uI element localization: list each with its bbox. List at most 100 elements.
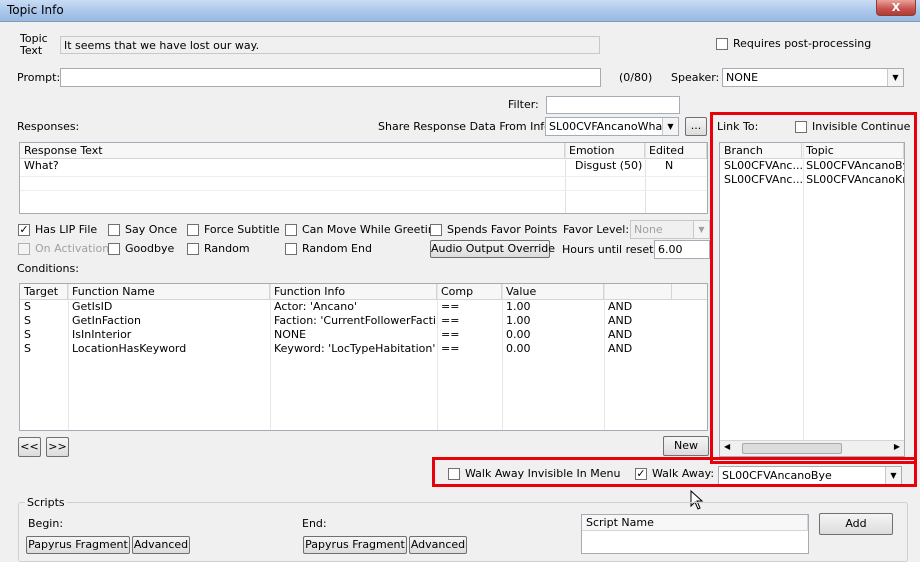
value-cell: 1.00: [506, 314, 531, 327]
topic-text-field[interactable]: It seems that we have lost our way.: [60, 36, 600, 54]
col-target[interactable]: Target: [20, 284, 68, 299]
walk-away-highlight: [432, 457, 917, 487]
share-response-value: SL00CVFAncanoWhat: [549, 120, 667, 133]
next-condition-button[interactable]: >>: [46, 437, 69, 457]
script-name-header: Script Name: [582, 515, 808, 531]
conditions-label: Conditions:: [17, 262, 79, 275]
can-move-while-greeting-label: Can Move While Greeting: [302, 223, 442, 236]
goodbye[interactable]: Goodbye: [108, 242, 174, 255]
random-end[interactable]: Random End: [285, 242, 372, 255]
favor-level-label: Favor Level:: [563, 223, 630, 236]
row-divider: [20, 176, 707, 177]
chevron-down-icon[interactable]: ▼: [887, 69, 903, 86]
target-cell: S: [24, 328, 31, 341]
prompt-label: Prompt:: [17, 71, 61, 84]
comp-cell: ==: [441, 300, 460, 313]
favor-level-dropdown[interactable]: None ▼: [630, 220, 710, 239]
prompt-counter: (0/80): [619, 71, 653, 84]
on-activation-checkbox[interactable]: [18, 242, 30, 255]
random-checkbox[interactable]: [187, 242, 199, 255]
function-cell: GetIsID: [72, 300, 113, 313]
window-title: Topic Info: [7, 3, 64, 17]
random-end-checkbox[interactable]: [285, 242, 297, 255]
force-subtitle-checkbox[interactable]: [187, 223, 199, 236]
edited-cell: N: [665, 159, 674, 172]
can-move-while-greeting[interactable]: Can Move While Greeting: [285, 223, 442, 236]
end-advanced-button[interactable]: Advanced: [409, 536, 467, 554]
begin-advanced-button[interactable]: Advanced: [132, 536, 190, 554]
info-cell: NONE: [274, 328, 307, 341]
topic-label-line2: Text: [20, 44, 43, 57]
has-lip-file[interactable]: ✓ Has LIP File: [18, 223, 97, 236]
op-cell: AND: [608, 342, 633, 355]
conditions-table[interactable]: Target Function Name Function Info Comp …: [19, 283, 708, 431]
col-divider: [604, 284, 605, 430]
random[interactable]: Random: [187, 242, 250, 255]
close-button[interactable]: X: [876, 0, 916, 16]
begin-papyrus-fragment-button[interactable]: Papyrus Fragment: [26, 536, 130, 554]
table-row[interactable]: What? Disgust (50) N: [20, 159, 707, 173]
function-cell: GetInFaction: [72, 314, 141, 327]
col-divider: [437, 284, 438, 430]
end-papyrus-fragment-button[interactable]: Papyrus Fragment: [303, 536, 407, 554]
say-once-checkbox[interactable]: [108, 223, 120, 236]
requires-post-processing-checkbox[interactable]: [716, 37, 728, 50]
col-edited[interactable]: Edited: [645, 143, 707, 158]
end-label: End:: [302, 517, 327, 530]
responses-label: Responses:: [17, 120, 80, 133]
say-once-label: Say Once: [125, 223, 178, 236]
goodbye-checkbox[interactable]: [108, 242, 120, 255]
speaker-value: NONE: [726, 71, 759, 84]
requires-post-processing[interactable]: Requires post-processing: [716, 37, 871, 50]
col-operator[interactable]: [604, 284, 672, 299]
info-cell: Faction: 'CurrentFollowerFacti...: [274, 314, 437, 327]
hours-until-reset-label: Hours until reset:: [562, 243, 658, 256]
speaker-label: Speaker:: [671, 71, 720, 84]
on-activation-label: On Activation: [35, 242, 110, 255]
col-divider: [565, 143, 566, 213]
on-activation[interactable]: On Activation: [18, 242, 109, 255]
speaker-dropdown[interactable]: NONE ▼: [722, 68, 904, 87]
col-script-name[interactable]: Script Name: [582, 515, 808, 530]
chevron-down-icon[interactable]: ▼: [662, 118, 678, 135]
col-function-info[interactable]: Function Info: [270, 284, 437, 299]
col-value[interactable]: Value: [502, 284, 604, 299]
add-script-button[interactable]: Add: [819, 513, 893, 535]
new-link-button[interactable]: New: [663, 436, 709, 456]
info-cell: Actor: 'Ancano': [274, 300, 357, 313]
function-cell: LocationHasKeyword: [72, 342, 187, 355]
hours-until-reset-input[interactable]: 6.00: [654, 240, 710, 259]
prompt-input[interactable]: [60, 68, 601, 87]
value-cell: 0.00: [506, 328, 531, 341]
say-once[interactable]: Say Once: [108, 223, 177, 236]
col-divider: [645, 143, 646, 213]
col-response-text[interactable]: Response Text: [20, 143, 565, 158]
script-name-table[interactable]: Script Name: [581, 514, 809, 554]
target-cell: S: [24, 300, 31, 313]
op-cell: AND: [608, 300, 633, 313]
comp-cell: ==: [441, 342, 460, 355]
prev-condition-button[interactable]: <<: [18, 437, 41, 457]
chevron-down-icon[interactable]: ▼: [693, 221, 709, 238]
can-move-while-greeting-checkbox[interactable]: [285, 223, 297, 236]
emotion-cell: Disgust (50): [575, 159, 643, 172]
audio-output-override-button[interactable]: Audio Output Override: [430, 240, 555, 258]
check-icon[interactable]: ✓: [18, 223, 30, 236]
col-function-name[interactable]: Function Name: [68, 284, 270, 299]
target-cell: S: [24, 342, 31, 355]
info-cell: Keyword: 'LocTypeHabitation': [274, 342, 436, 355]
value-cell: 1.00: [506, 300, 531, 313]
spends-favor-points[interactable]: Spends Favor Points: [430, 223, 557, 236]
col-emotion[interactable]: Emotion: [565, 143, 645, 158]
spends-favor-points-checkbox[interactable]: [430, 223, 442, 236]
col-comp[interactable]: Comp: [437, 284, 502, 299]
target-cell: S: [24, 314, 31, 327]
comp-cell: ==: [441, 328, 460, 341]
responses-table[interactable]: Response Text Emotion Edited What? Disgu…: [19, 142, 708, 214]
responses-header: Response Text Emotion Edited: [20, 143, 707, 159]
share-response-dropdown[interactable]: SL00CVFAncanoWhat ▼: [545, 117, 679, 136]
force-subtitle[interactable]: Force Subtitle: [187, 223, 280, 236]
filter-input[interactable]: [546, 96, 680, 114]
requires-post-processing-label: Requires post-processing: [733, 37, 872, 50]
share-response-browse-button[interactable]: ...: [685, 117, 707, 136]
